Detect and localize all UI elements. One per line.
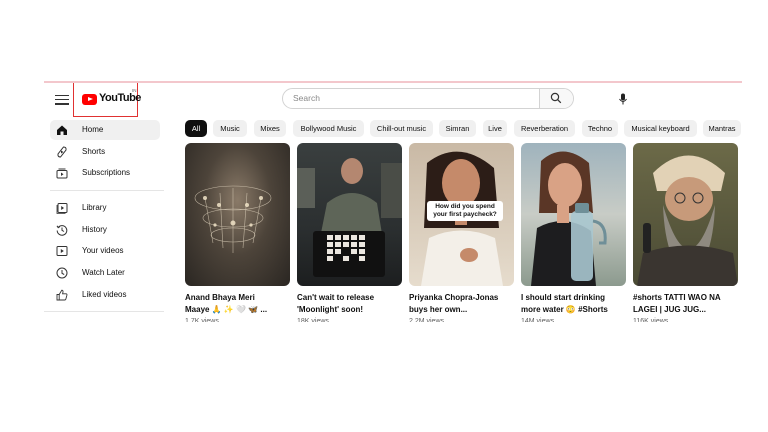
sidebar-item-library[interactable]: Library	[50, 198, 160, 218]
water-bottle-image	[531, 151, 607, 286]
home-icon	[57, 125, 67, 135]
video-title-line: Anand Bhaya Meri	[185, 293, 255, 302]
chip-mantras[interactable]: Mantras	[703, 120, 741, 137]
sidebar-item-label: Library	[82, 203, 107, 212]
chandelier-image	[194, 185, 272, 253]
shorts-icon	[57, 146, 67, 158]
video-title[interactable]: Can't wait to release 'Moonlight' soon!	[297, 292, 402, 316]
video-title[interactable]: #shorts TATTI WAO NA LAGEI | JUG JUG...	[633, 292, 738, 316]
chip-chill-out-music[interactable]: Chill-out music	[370, 120, 433, 137]
video-title-line: Can't wait to release	[297, 293, 375, 302]
library-icon	[56, 203, 68, 214]
sidebar-divider	[50, 190, 164, 191]
sidebar-item-label: Liked videos	[82, 290, 127, 299]
sidebar-bottom-divider	[44, 311, 164, 312]
chip-all[interactable]: All	[185, 120, 207, 137]
your-videos-icon	[56, 246, 68, 256]
sidebar-item-shorts[interactable]: Shorts	[50, 142, 160, 162]
chip-music[interactable]: Music	[213, 120, 247, 137]
video-thumbnail[interactable]	[297, 143, 402, 286]
sidebar-item-watch-later[interactable]: Watch Later	[50, 263, 160, 283]
video-views: 14M views	[521, 318, 555, 322]
video-title[interactable]: Priyanka Chopra-Jonas buys her own...	[409, 292, 514, 316]
history-icon	[56, 225, 68, 236]
search-box[interactable]: Search	[282, 88, 574, 109]
video-title-line: #shorts TATTI WAO NA	[633, 293, 721, 302]
search-input[interactable]: Search	[293, 93, 320, 103]
menu-icon[interactable]	[54, 92, 70, 108]
video-title-line: buys her own...	[409, 305, 468, 314]
video-views: 1.7K views	[185, 318, 219, 322]
video-card[interactable]: Anand Bhaya Meri Maaye 🙏 ✨ 🤍 🦋 ... 1.7K …	[185, 143, 290, 322]
chip-reverberation[interactable]: Reverberation	[514, 120, 575, 137]
sidebar-item-home[interactable]: Home	[50, 120, 160, 140]
video-title-line: more water 😳 #Shorts	[521, 305, 608, 314]
video-thumbnail[interactable]	[633, 143, 738, 286]
sidebar-item-label: Home	[82, 125, 104, 134]
video-title-line: I should start drinking	[521, 293, 606, 302]
video-views: 2.2M views	[409, 318, 445, 322]
watch-later-icon	[56, 267, 68, 279]
sidebar-item-liked-videos[interactable]: Liked videos	[50, 285, 160, 305]
sidebar-item-history[interactable]: History	[50, 220, 160, 240]
video-card[interactable]: #shorts TATTI WAO NA LAGEI | JUG JUG... …	[633, 143, 738, 322]
logo-text: YouTube	[99, 92, 141, 104]
liked-icon	[56, 289, 68, 301]
sidebar-item-label: History	[82, 225, 107, 234]
video-card[interactable]: Can't wait to release 'Moonlight' soon! …	[297, 143, 402, 322]
sidebar-item-subscriptions[interactable]: Subscriptions	[50, 163, 160, 183]
video-title[interactable]: I should start drinking more water 😳 #Sh…	[521, 292, 626, 316]
video-title-line: Maaye 🙏 ✨ 🤍 🦋 ...	[185, 305, 268, 314]
chip-simran[interactable]: Simran	[439, 120, 476, 137]
video-views: 116K views	[633, 318, 669, 322]
chip-bollywood-music[interactable]: Bollywood Music	[293, 120, 364, 137]
video-title[interactable]: Anand Bhaya Meri Maaye 🙏 ✨ 🤍 🦋 ...	[185, 292, 290, 316]
chip-live[interactable]: Live	[483, 120, 507, 137]
video-thumbnail[interactable]	[185, 143, 290, 286]
mic-icon[interactable]	[618, 93, 628, 106]
sidebar-item-label: Subscriptions	[82, 168, 131, 177]
video-title-line: 'Moonlight' soon!	[297, 305, 364, 314]
sidebar-item-label: Shorts	[82, 147, 106, 156]
search-button[interactable]	[539, 89, 573, 108]
video-thumbnail[interactable]	[521, 143, 626, 286]
video-overlay-caption: How did you spend your first paycheck?	[427, 201, 503, 221]
chip-mixes[interactable]: Mixes	[254, 120, 286, 137]
subscriptions-icon	[56, 168, 68, 179]
video-title-line: Priyanka Chopra-Jonas	[409, 293, 499, 302]
singer-image	[637, 155, 738, 286]
launchpad-player-image	[297, 158, 402, 277]
sidebar-item-your-videos[interactable]: Your videos	[50, 241, 160, 261]
video-views: 18K views	[297, 318, 329, 322]
chip-techno[interactable]: Techno	[582, 120, 618, 137]
play-logo-icon	[82, 94, 97, 105]
video-card[interactable]: I should start drinking more water 😳 #Sh…	[521, 143, 626, 322]
youtube-app: YouTube IN Search Home Shorts Subscripti…	[44, 83, 742, 331]
sidebar-item-label: Watch Later	[82, 268, 125, 277]
video-card[interactable]: How did you spend your first paycheck? P…	[409, 143, 514, 322]
video-thumbnail[interactable]: How did you spend your first paycheck?	[409, 143, 514, 286]
video-title-line: LAGEI | JUG JUG...	[633, 305, 706, 314]
youtube-logo[interactable]: YouTube IN	[73, 83, 141, 117]
search-icon	[550, 92, 562, 104]
chip-musical-keyboard[interactable]: Musical keyboard	[624, 120, 697, 137]
logo-country-code: IN	[132, 88, 137, 93]
sidebar-item-label: Your videos	[82, 246, 124, 255]
